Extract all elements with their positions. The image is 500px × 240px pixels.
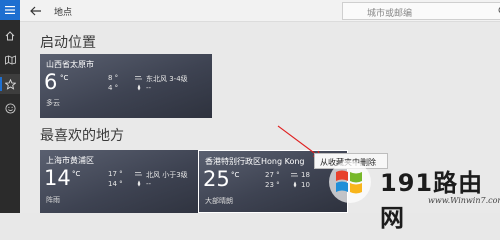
- nav-home-button[interactable]: [0, 26, 20, 46]
- tile-precip: --: [146, 180, 152, 188]
- raindrop-icon: [137, 180, 141, 187]
- search-box[interactable]: 城市或邮编: [342, 2, 500, 20]
- map-icon: [4, 55, 16, 65]
- tile-low: 14 °: [108, 180, 123, 188]
- tile-temperature: 25: [203, 167, 230, 191]
- nav-maps-button[interactable]: [0, 50, 20, 70]
- launch-location-heading: 启动位置: [40, 35, 96, 51]
- tile-precip: --: [146, 84, 152, 92]
- tile-condition: 阵雨: [46, 196, 60, 204]
- back-button[interactable]: [28, 3, 44, 19]
- tile-temperature: 14: [44, 166, 71, 190]
- tile-temperature: 6: [44, 70, 58, 94]
- wind-icon: [291, 173, 298, 177]
- tile-condition: 大部晴朗: [205, 197, 233, 205]
- star-icon: [4, 78, 16, 90]
- tile-high: 17 °: [108, 170, 123, 178]
- search-input[interactable]: 城市或邮编: [367, 6, 412, 19]
- hamburger-menu-button[interactable]: [0, 0, 20, 20]
- tile-low: 4 °: [108, 84, 119, 92]
- tile-city: 香港特别行政区Hong Kong: [205, 157, 305, 166]
- home-icon: [5, 31, 15, 41]
- tile-low: 23 °: [265, 181, 280, 189]
- raindrop-icon: [293, 181, 297, 188]
- tile-city: 上海市黄浦区: [46, 156, 94, 165]
- smiley-icon: [4, 102, 16, 114]
- tile-wind: 东北风 3-4级: [146, 75, 188, 83]
- page-title: 地点: [54, 8, 73, 18]
- nav-feedback-button[interactable]: [0, 98, 20, 118]
- nav-rail: [0, 0, 20, 213]
- watermark: 191路由网 www.Winwin7.com: [318, 158, 500, 232]
- favorite-tile-shanghai[interactable]: 上海市黄浦区 14 °C 阵雨 17 ° 14 ° 北风 小于3级 --: [40, 150, 212, 213]
- windows-logo-icon: [329, 161, 371, 203]
- tile-wind: 北风 小于3级: [146, 171, 188, 179]
- raindrop-icon: [137, 84, 141, 91]
- title-bar: 地点 城市或邮编: [20, 0, 500, 22]
- launch-location-tile[interactable]: 山西省太原市 6 °C 多云 8 ° 4 ° 东北风 3-4级 --: [40, 54, 212, 118]
- tile-unit: °C: [72, 170, 81, 178]
- back-arrow-icon: [30, 6, 41, 16]
- tile-condition: 多云: [46, 99, 60, 107]
- tile-city: 山西省太原市: [46, 60, 94, 69]
- tile-precip: 10: [301, 181, 310, 189]
- favorites-heading: 最喜欢的地方: [40, 128, 124, 144]
- watermark-url: www.Winwin7.com: [428, 196, 500, 205]
- wind-icon: [135, 76, 142, 80]
- tile-unit: °C: [60, 74, 69, 82]
- wind-icon: [135, 172, 142, 176]
- menu-icon: [5, 6, 15, 14]
- tile-high: 8 °: [108, 74, 119, 82]
- tile-high: 27 °: [265, 171, 280, 179]
- nav-favorites-button[interactable]: [0, 74, 20, 94]
- tile-unit: °C: [231, 171, 240, 179]
- tile-wind: 18: [301, 171, 310, 179]
